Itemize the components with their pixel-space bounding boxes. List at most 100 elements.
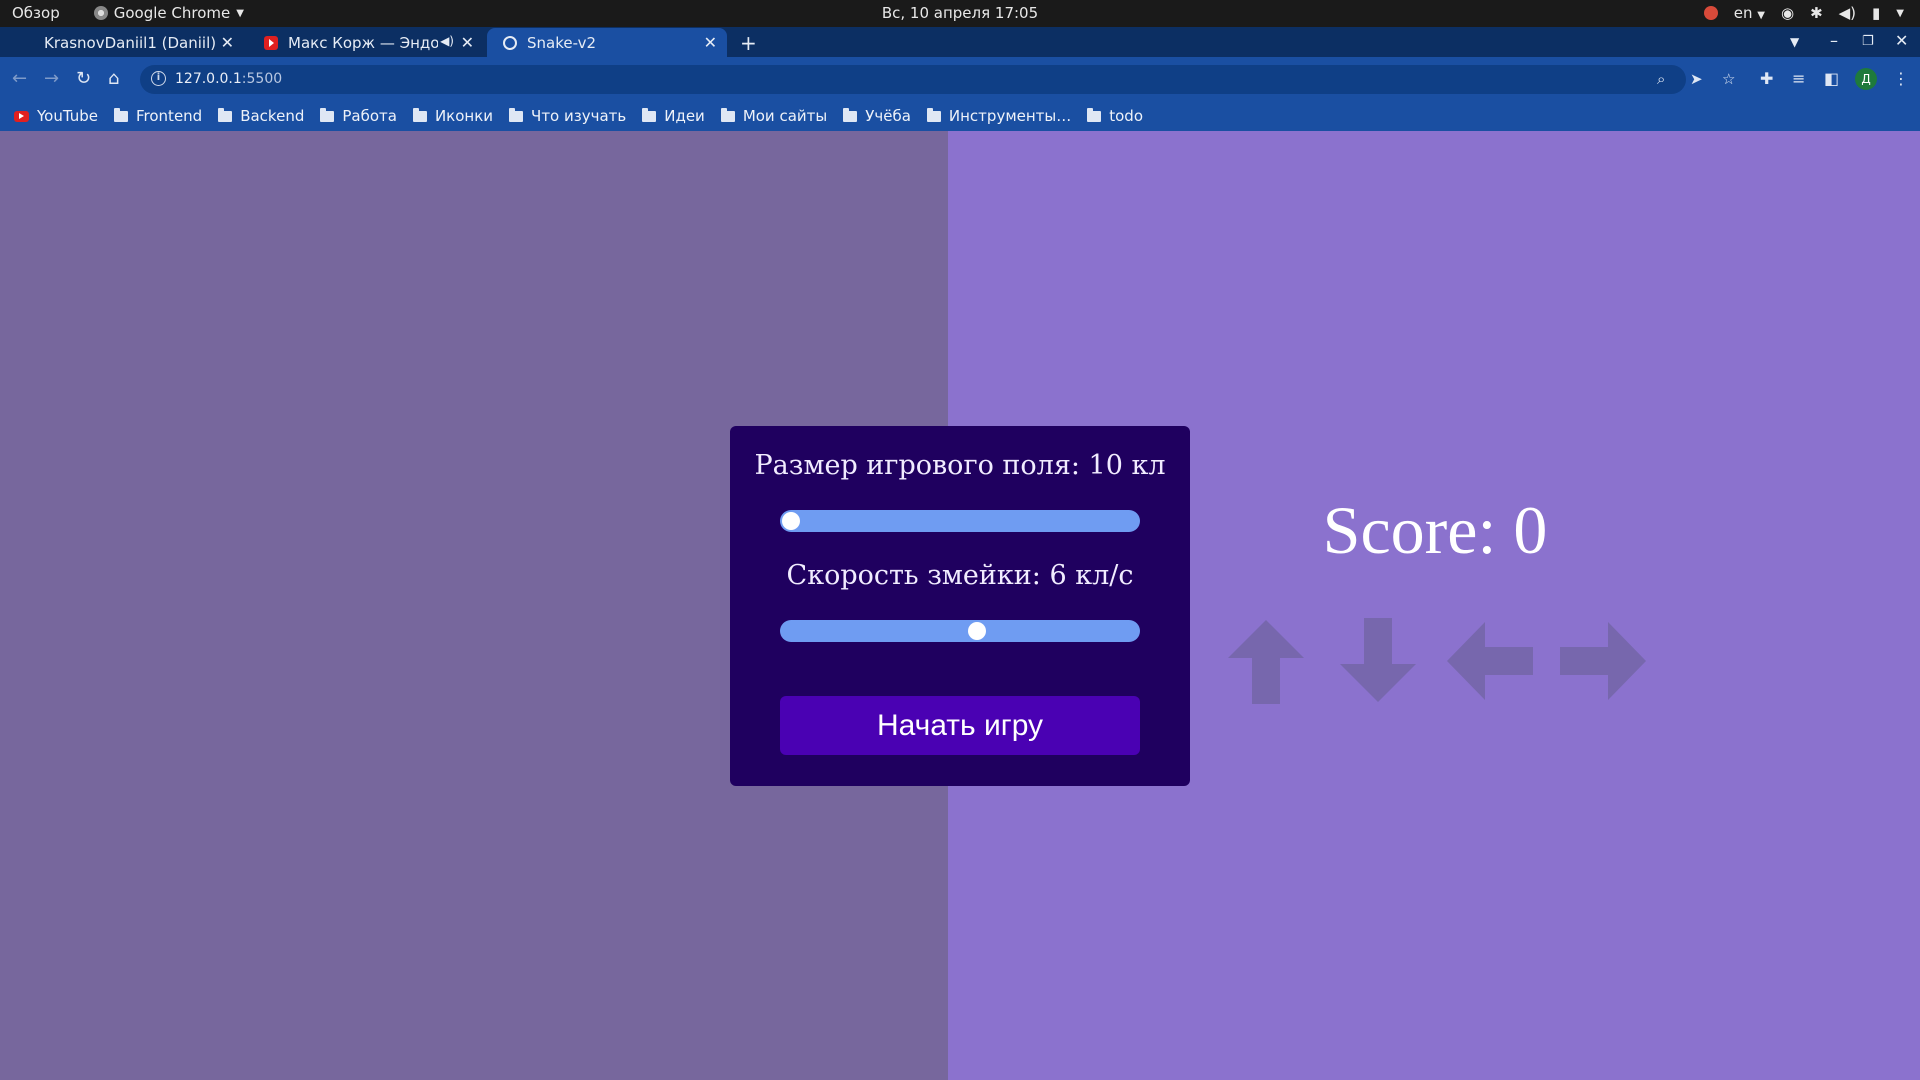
url-host: 127.0.0.1 bbox=[175, 71, 242, 87]
speed-label: Скорость змейки: 6 кл/с bbox=[786, 560, 1134, 591]
language-label: en bbox=[1733, 4, 1753, 22]
close-icon[interactable]: ✕ bbox=[704, 33, 717, 52]
slider-thumb[interactable] bbox=[967, 622, 986, 640]
bookmark-folder[interactable]: todo bbox=[1087, 107, 1143, 125]
chevron-down-icon: ▼ bbox=[1757, 10, 1765, 21]
tab-strip: KrasnovDaniil1 (Daniil) ✕ Макс Корж — Эн… bbox=[0, 27, 1920, 57]
bookmark-label: Идеи bbox=[664, 107, 705, 125]
bookmark-label: Учёба bbox=[865, 107, 911, 125]
back-icon[interactable]: ← bbox=[12, 68, 27, 89]
address-bar[interactable]: i 127.0.0.1:5500 ⌕ ➤ ☆ bbox=[140, 65, 1735, 94]
bookmark-folder[interactable]: Инструменты… bbox=[926, 107, 1072, 125]
folder-icon bbox=[1087, 107, 1102, 122]
arrow-up-icon[interactable] bbox=[1226, 616, 1306, 706]
tab-youtube[interactable]: Макс Корж — Эндорф ◀) ✕ bbox=[248, 28, 484, 57]
tab-search-icon[interactable]: ▼ bbox=[1790, 35, 1799, 49]
youtube-icon bbox=[14, 110, 29, 122]
bookmark-folder[interactable]: Работа bbox=[320, 107, 397, 125]
battery-icon[interactable]: ▮ bbox=[1872, 4, 1880, 22]
score-display: Score: 0 bbox=[1322, 492, 1548, 568]
audio-playing-icon[interactable]: ◀) bbox=[440, 34, 454, 48]
bookmark-folder[interactable]: Что изучать bbox=[509, 107, 626, 125]
bookmark-folder[interactable]: Мои сайты bbox=[720, 107, 828, 125]
bookmark-label: Инструменты… bbox=[948, 107, 1072, 125]
bookmark-folder[interactable]: Идеи bbox=[642, 107, 705, 125]
bookmarks-bar: YouTube Frontend Backend Работа Иконки Ч… bbox=[0, 101, 1920, 131]
bookmark-label: Мои сайты bbox=[742, 107, 828, 125]
bookmark-label: Иконки bbox=[434, 107, 494, 125]
tab-github[interactable]: KrasnovDaniil1 (Daniil) ✕ bbox=[28, 28, 244, 57]
bookmark-folder[interactable]: Учёба bbox=[843, 107, 911, 125]
tab-title: Snake-v2 bbox=[527, 33, 597, 52]
slider-thumb[interactable] bbox=[782, 512, 800, 530]
arrow-right-icon[interactable] bbox=[1558, 620, 1648, 702]
star-icon[interactable]: ☆ bbox=[1722, 70, 1735, 88]
bluetooth-icon[interactable]: ✱ bbox=[1810, 4, 1823, 22]
os-top-bar: Обзор Google Chrome ▼ Вс, 10 апреля 17:0… bbox=[0, 0, 1920, 27]
close-window-icon[interactable]: ✕ bbox=[1895, 31, 1908, 50]
folder-icon bbox=[642, 107, 657, 122]
globe-icon bbox=[503, 35, 517, 50]
app-menu[interactable]: Google Chrome ▼ bbox=[93, 4, 244, 22]
field-size-label: Размер игрового поля: 10 кл bbox=[754, 450, 1166, 481]
close-icon[interactable]: ✕ bbox=[461, 33, 474, 52]
app-menu-label: Google Chrome bbox=[113, 4, 231, 22]
bookmark-label: Что изучать bbox=[531, 107, 627, 125]
folder-icon bbox=[843, 107, 858, 122]
forward-icon[interactable]: → bbox=[44, 68, 59, 89]
bookmark-folder[interactable]: Иконки bbox=[412, 107, 494, 125]
menu-icon[interactable]: ⋮ bbox=[1893, 69, 1909, 88]
minimize-icon[interactable]: – bbox=[1830, 31, 1838, 50]
close-icon[interactable]: ✕ bbox=[221, 33, 234, 52]
folder-icon bbox=[320, 107, 335, 122]
folder-icon bbox=[926, 107, 941, 122]
browser-toolbar: ← → ↻ ⌂ i 127.0.0.1:5500 ⌕ ➤ ☆ ✚ ≡ ◧ Д ⋮ bbox=[0, 57, 1920, 101]
folder-icon bbox=[412, 107, 427, 122]
url-text[interactable]: 127.0.0.1:5500 bbox=[175, 71, 282, 87]
restore-icon[interactable]: ❐ bbox=[1862, 34, 1874, 49]
home-icon[interactable]: ⌂ bbox=[108, 68, 119, 89]
new-tab-button[interactable]: + bbox=[740, 31, 757, 55]
zoom-icon[interactable]: ⌕ bbox=[1657, 70, 1665, 88]
chrome-icon bbox=[93, 6, 108, 20]
bookmark-youtube[interactable]: YouTube bbox=[14, 107, 98, 125]
bookmark-label: Работа bbox=[342, 107, 397, 125]
page-viewport: Размер игрового поля: 10 кл Скорость зме… bbox=[0, 131, 1920, 1080]
speed-slider[interactable] bbox=[780, 620, 1140, 642]
recording-indicator-icon[interactable] bbox=[1703, 6, 1718, 20]
start-game-button[interactable]: Начать игру bbox=[780, 696, 1140, 755]
chevron-down-icon: ▼ bbox=[236, 7, 244, 19]
side-panel-icon[interactable]: ◧ bbox=[1824, 69, 1839, 88]
bookmark-label: Frontend bbox=[136, 107, 203, 125]
clock[interactable]: Вс, 10 апреля 17:05 bbox=[0, 4, 1920, 22]
bookmark-label: YouTube bbox=[37, 107, 98, 125]
settings-panel: Размер игрового поля: 10 кл Скорость зме… bbox=[730, 426, 1190, 786]
wifi-icon[interactable]: ◉ bbox=[1781, 4, 1794, 22]
bookmark-label: todo bbox=[1109, 107, 1144, 125]
field-size-slider[interactable] bbox=[780, 510, 1140, 532]
volume-icon[interactable]: ◀) bbox=[1839, 4, 1856, 22]
youtube-icon bbox=[264, 35, 278, 50]
bookmark-folder[interactable]: Backend bbox=[218, 107, 304, 125]
activities-button[interactable]: Обзор bbox=[12, 4, 60, 22]
bookmark-label: Backend bbox=[240, 107, 305, 125]
tab-title: Макс Корж — Эндорф bbox=[288, 33, 438, 52]
media-controls-icon[interactable]: ≡ bbox=[1792, 69, 1805, 88]
tab-title: KrasnovDaniil1 (Daniil) bbox=[44, 33, 217, 52]
arrow-left-icon[interactable] bbox=[1445, 620, 1535, 702]
arrow-down-icon[interactable] bbox=[1338, 616, 1418, 706]
extensions-icon[interactable]: ✚ bbox=[1760, 69, 1773, 88]
tab-snake[interactable]: Snake-v2 ✕ bbox=[487, 28, 727, 57]
site-info-icon[interactable]: i bbox=[151, 71, 166, 86]
folder-icon bbox=[720, 107, 735, 122]
avatar[interactable]: Д bbox=[1855, 68, 1877, 90]
url-port: :5500 bbox=[241, 71, 283, 87]
language-indicator[interactable]: en ▼ bbox=[1734, 4, 1765, 22]
reload-icon[interactable]: ↻ bbox=[76, 68, 91, 89]
folder-icon bbox=[114, 107, 128, 122]
folder-icon bbox=[509, 107, 524, 122]
chevron-down-icon[interactable]: ▼ bbox=[1896, 8, 1904, 19]
send-icon[interactable]: ➤ bbox=[1690, 70, 1703, 88]
folder-icon bbox=[218, 107, 233, 122]
bookmark-folder[interactable]: Frontend bbox=[114, 107, 202, 125]
